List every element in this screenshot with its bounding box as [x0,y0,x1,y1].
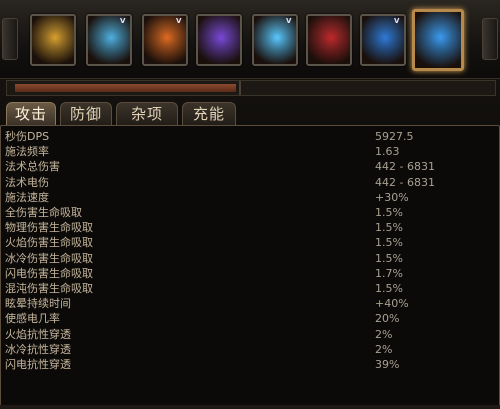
stat-row: 秒伤DPS 5927.5 [5,129,495,144]
stat-value: 1.63 [375,145,400,159]
character-stats-window: VVVV 攻击 防御 杂项 充能 秒伤DPS 5927.5 施法频率 1.63 法术总伤… [0,0,500,409]
tab-attack[interactable]: 攻击 [6,102,56,125]
stats-panel: 秒伤DPS 5927.5 施法频率 1.63 法术总伤害 442 - 6831 法术电伤 44… [0,125,500,409]
skill-bar: VVVV [0,0,500,79]
stat-value: 2% [375,342,393,356]
stat-row: 使感电几率 20% [5,311,495,326]
stat-value: +40% [375,297,409,311]
stat-label: 法术电伤 [5,175,49,189]
stat-label: 闪电伤害生命吸取 [5,266,93,280]
stat-value: 5927.5 [375,130,414,143]
stat-row: 火焰抗性穿透 2% [5,327,495,342]
stat-value: 39% [375,358,400,371]
stat-label: 秒伤DPS [5,130,50,143]
window-bottom-edge [0,405,500,409]
stat-row: 法术电伤 442 - 6831 [5,175,495,190]
stat-label: 冰冷抗性穿透 [5,342,71,356]
stat-row: 混沌伤害生命吸取 1.5% [5,281,495,296]
stat-row: 冰冷抗性穿透 2% [5,342,495,357]
storm-arc-skill-icon[interactable] [412,9,464,71]
lightning-figure-skill-icon[interactable]: V [86,14,132,66]
stat-value: +30% [375,190,409,204]
stat-value: 2% [375,327,393,341]
skill-rank-badge: V [176,17,182,25]
skill-icon-art [308,16,350,64]
experience-bar [6,80,496,96]
stat-label: 火焰伤害生命吸取 [5,236,93,250]
stat-row: 闪电伤害生命吸取 1.7% [5,266,495,281]
skill-bar-right-cap [482,18,498,60]
stat-label: 眩晕持续时间 [5,297,71,311]
stat-value: 1.5% [375,282,403,295]
fire-warrior-skill-icon[interactable]: V [142,14,188,66]
stat-row: 闪电抗性穿透 39% [5,357,495,372]
stat-value: 1.5% [375,221,403,235]
sword-skill-icon[interactable] [30,14,76,66]
experience-bar-fill [15,84,236,92]
stat-value: 20% [375,312,400,326]
red-demon-skill-icon[interactable] [306,14,352,66]
stat-value: 1.5% [375,236,403,250]
stat-row: 施法频率 1.63 [5,144,495,159]
tab-charge[interactable]: 充能 [182,102,236,125]
stat-value: 1.5% [375,251,403,265]
experience-bar-separator [239,81,241,95]
skill-icon-art [415,12,461,68]
stat-label: 施法速度 [5,190,49,204]
stat-label: 使感电几率 [5,312,60,326]
skill-rank-badge: V [286,17,292,25]
stat-row: 施法速度 +30% [5,190,495,205]
tab-defense[interactable]: 防御 [60,102,112,125]
skill-bar-left-cap [2,18,18,60]
stat-row: 眩晕持续时间 +40% [5,296,495,311]
stat-value: 442 - 6831 [375,160,435,174]
stat-row: 物理伤害生命吸取 1.5% [5,220,495,235]
stat-row: 火焰伤害生命吸取 1.5% [5,235,495,250]
skill-icon-art [32,16,74,64]
stat-row: 全伤害生命吸取 1.5% [5,205,495,220]
stat-label: 物理伤害生命吸取 [5,221,93,235]
stat-row: 冰冷伤害生命吸取 1.5% [5,251,495,266]
purple-bolt-skill-icon[interactable] [196,14,242,66]
stat-label: 冰冷伤害生命吸取 [5,251,93,265]
stat-value: 442 - 6831 [375,175,435,189]
stat-tabs: 攻击 防御 杂项 充能 [0,100,500,126]
stat-label: 全伤害生命吸取 [5,206,82,219]
tab-misc[interactable]: 杂项 [116,102,178,125]
stat-label: 火焰抗性穿透 [5,327,71,341]
skill-rank-badge: V [394,17,400,25]
ice-blade-skill-icon[interactable]: V [252,14,298,66]
blue-spirit-skill-icon[interactable]: V [360,14,406,66]
skill-icon-art [198,16,240,64]
stat-label: 闪电抗性穿透 [5,358,71,371]
skill-rank-badge: V [120,17,126,25]
stat-value: 1.5% [375,206,403,219]
stat-row: 法术总伤害 442 - 6831 [5,159,495,174]
stat-label: 混沌伤害生命吸取 [5,282,93,295]
stat-label: 施法频率 [5,145,49,159]
stat-value: 1.7% [375,266,403,280]
stat-label: 法术总伤害 [5,160,60,174]
